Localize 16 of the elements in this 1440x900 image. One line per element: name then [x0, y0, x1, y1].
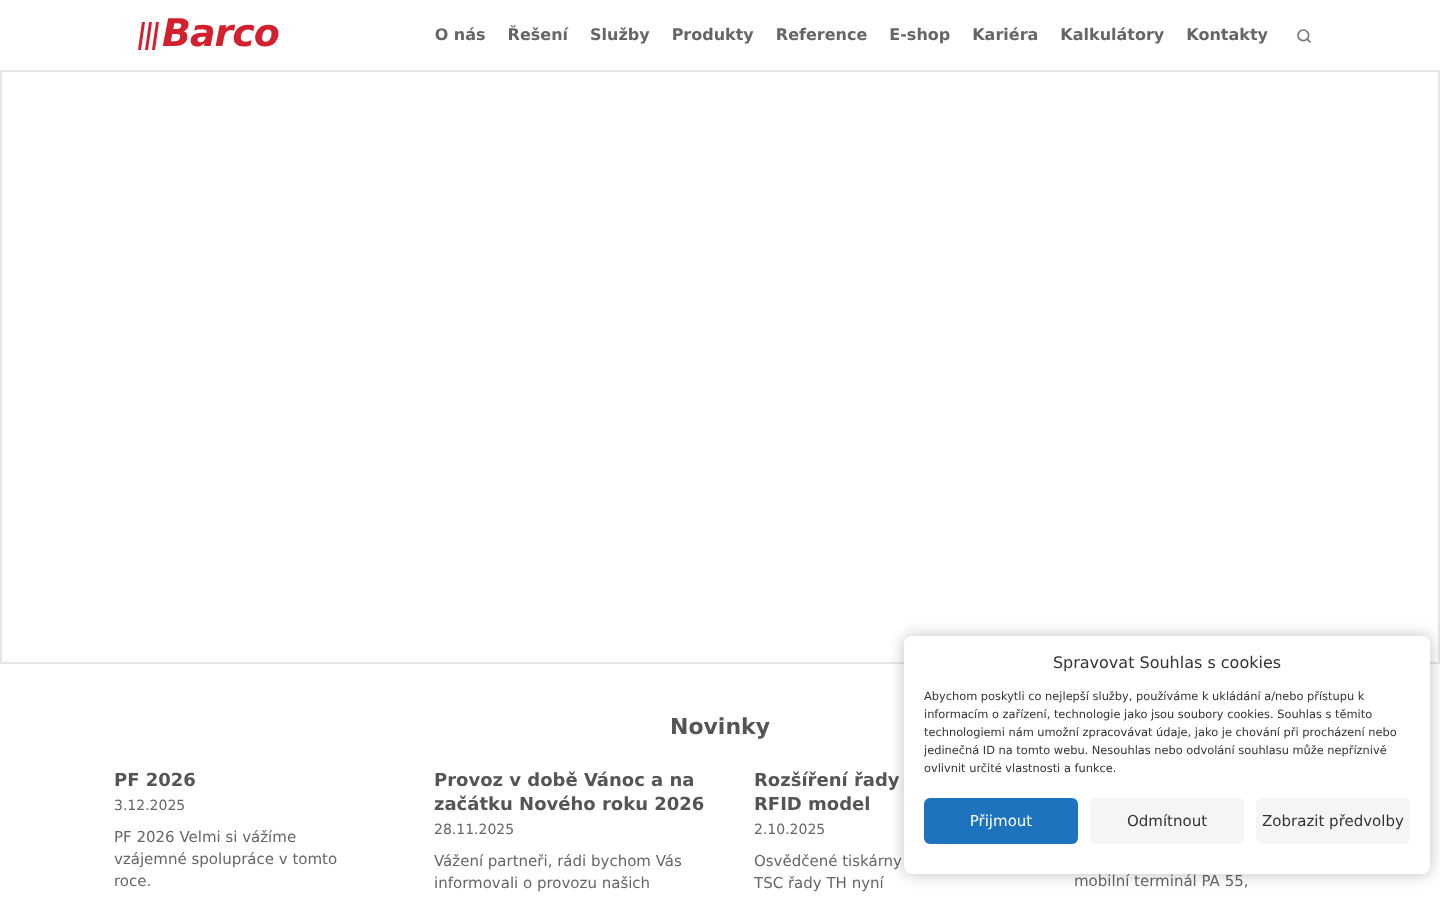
- logo-text[interactable]: Barco: [162, 16, 279, 54]
- nav-link[interactable]: O nás: [434, 23, 486, 47]
- nav-link[interactable]: Řešení: [507, 23, 569, 47]
- news-title[interactable]: PF 2026: [114, 769, 434, 793]
- nav-link[interactable]: Produkty: [671, 23, 754, 47]
- nav-link[interactable]: Kontakty: [1186, 23, 1268, 47]
- nav-link[interactable]: Reference: [775, 23, 868, 47]
- news-title[interactable]: Provoz v době Vánoc a na začátku Nového roku 2026: [434, 769, 754, 817]
- nav-link[interactable]: Kalkulátory: [1060, 23, 1165, 47]
- dialog-title: Spravovat Souhlas s cookies: [1050, 652, 1284, 676]
- nav-link[interactable]: Kariéra: [972, 23, 1039, 47]
- nav-link[interactable]: Služby: [590, 23, 650, 47]
- stripes-logo-icon: [136, 21, 160, 49]
- section-heading: Novinky: [669, 712, 771, 744]
- search-icon[interactable]: [1296, 27, 1312, 43]
- nav-link[interactable]: E-shop: [889, 23, 951, 47]
